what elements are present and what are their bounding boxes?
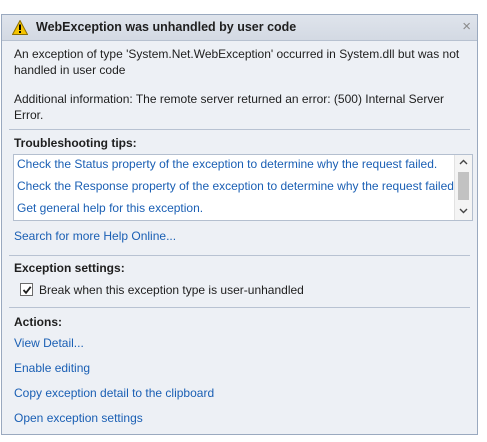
- tip-link-general-help[interactable]: Get general help for this exception.: [17, 201, 203, 215]
- divider: [9, 307, 470, 308]
- exception-message: An exception of type 'System.Net.WebExce…: [14, 47, 460, 77]
- tip-link-status[interactable]: Check the Status property of the excepti…: [17, 157, 437, 171]
- tip-link-response[interactable]: Check the Response property of the excep…: [17, 179, 457, 193]
- dialog-titlebar: WebException was unhandled by user code …: [2, 15, 477, 41]
- exception-dialog: WebException was unhandled by user code …: [1, 14, 478, 435]
- divider: [9, 129, 470, 130]
- divider: [9, 255, 470, 256]
- break-on-exception-label[interactable]: Break when this exception type is user-u…: [39, 283, 304, 297]
- scroll-up-arrow-icon[interactable]: [455, 156, 472, 170]
- open-exception-settings-link[interactable]: Open exception settings: [14, 411, 143, 425]
- troubleshooting-tips-list[interactable]: Check the Status property of the excepti…: [13, 154, 473, 221]
- actions-heading: Actions:: [14, 315, 62, 329]
- search-help-online-link[interactable]: Search for more Help Online...: [14, 229, 176, 243]
- view-detail-link[interactable]: View Detail...: [14, 336, 84, 350]
- break-on-exception-checkbox[interactable]: [20, 283, 33, 296]
- check-icon: [22, 286, 32, 295]
- dialog-title: WebException was unhandled by user code: [36, 20, 297, 34]
- close-icon[interactable]: ×: [462, 18, 471, 35]
- exception-settings-heading: Exception settings:: [14, 261, 125, 275]
- tips-scrollbar[interactable]: [454, 155, 472, 220]
- additional-information: Additional information: The remote serve…: [14, 92, 444, 122]
- scrollbar-thumb[interactable]: [458, 172, 469, 200]
- warning-icon: [11, 19, 29, 35]
- copy-exception-detail-link[interactable]: Copy exception detail to the clipboard: [14, 386, 214, 400]
- troubleshooting-heading: Troubleshooting tips:: [14, 136, 137, 150]
- scroll-down-arrow-icon[interactable]: [455, 205, 472, 219]
- enable-editing-link[interactable]: Enable editing: [14, 361, 90, 375]
